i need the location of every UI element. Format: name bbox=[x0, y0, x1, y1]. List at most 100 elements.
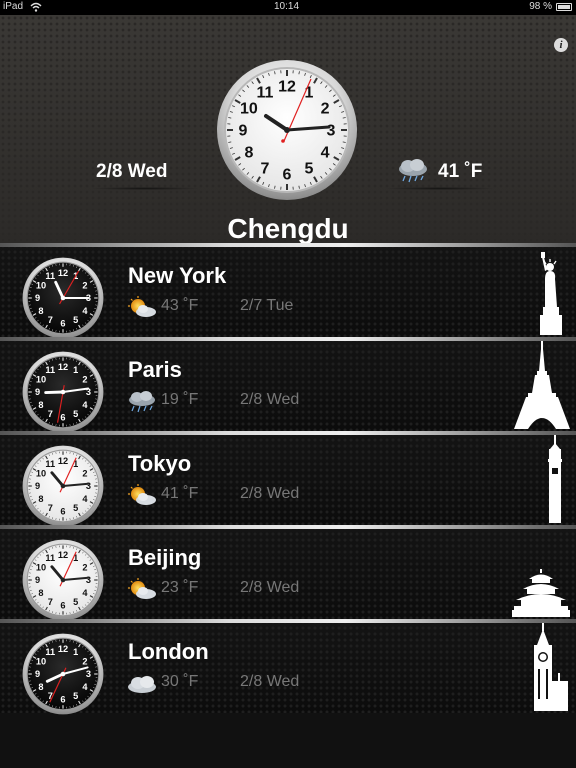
city-temperature: 19 ˚F bbox=[161, 391, 199, 408]
home-temperature: 41 ˚F bbox=[438, 161, 483, 182]
clock-numeral: 4 bbox=[82, 306, 88, 316]
city-date: 2/8 Wed bbox=[240, 391, 300, 408]
city-name: New York bbox=[128, 263, 227, 288]
clock-numeral: 2 bbox=[82, 374, 87, 384]
city-name: Paris bbox=[128, 357, 182, 382]
city-clock: 123456789101112 bbox=[22, 257, 104, 339]
clock-numeral: 4 bbox=[321, 145, 330, 162]
clock-numeral: 12 bbox=[58, 644, 68, 654]
clock-numeral: 3 bbox=[327, 123, 336, 140]
city-temperature: 30 ˚F bbox=[161, 673, 199, 690]
city-date: 2/8 Wed bbox=[240, 673, 300, 690]
city-row-paris[interactable]: 1 2 3 4 5 6 7 8 9 10 11 12 Paris 19 ˚F 2/8 Wed bbox=[0, 337, 576, 433]
battery-percent: 98 % bbox=[529, 1, 552, 12]
battery-icon bbox=[556, 3, 572, 11]
eiffel-tower-icon bbox=[514, 341, 570, 429]
clock-numeral: 1 bbox=[73, 365, 78, 375]
city-row-new-york[interactable]: 123456789101112 New York 43 ˚F 2/7 Tue bbox=[0, 243, 576, 339]
clock-numeral: 12 bbox=[58, 268, 68, 278]
rain-cloud-icon bbox=[129, 391, 155, 413]
city-clock: 123456789101112 bbox=[22, 351, 104, 433]
clock-numeral: 8 bbox=[38, 588, 43, 598]
clock-numeral: 2 bbox=[321, 101, 330, 118]
city-row-beijing[interactable]: 1 2 3 4 5 6 7 8 9 10 11 12 Beijing 23 ˚F 2/8 Wed bbox=[0, 525, 576, 621]
city-temperature: 43 ˚F bbox=[161, 297, 199, 314]
clock-numeral: 11 bbox=[45, 459, 55, 469]
city-name: Beijing bbox=[128, 545, 202, 570]
status-time: 10:14 bbox=[274, 1, 300, 12]
clock-numeral: 6 bbox=[60, 695, 65, 705]
clock-numeral: 7 bbox=[48, 315, 53, 325]
clock-numeral: 9 bbox=[35, 387, 40, 397]
city-name: London bbox=[128, 639, 209, 664]
clock-numeral: 3 bbox=[86, 481, 91, 491]
clock-numeral: 2 bbox=[82, 656, 87, 666]
clock-numeral: 12 bbox=[58, 550, 68, 560]
clock-numeral: 8 bbox=[38, 306, 43, 316]
clock-numeral: 7 bbox=[48, 409, 53, 419]
clock-numeral: 10 bbox=[36, 374, 46, 384]
home-clock: 1234567891011 12 bbox=[217, 60, 357, 200]
partly-sunny-icon bbox=[128, 296, 156, 317]
clock-numeral: 10 bbox=[36, 468, 46, 478]
city-name: Tokyo bbox=[128, 451, 192, 476]
clock-numeral: 5 bbox=[73, 315, 78, 325]
clock-numeral: 3 bbox=[86, 575, 91, 585]
clock-numeral: 12 bbox=[278, 79, 296, 96]
clock-numeral: 5 bbox=[73, 597, 78, 607]
clock-numeral: 6 bbox=[283, 167, 292, 184]
clock-numeral: 4 bbox=[82, 588, 88, 598]
status-bar: iPad 10:14 98 % bbox=[0, 0, 576, 15]
clock-numeral: 11 bbox=[45, 553, 55, 563]
clock-numeral: 4 bbox=[82, 400, 88, 410]
wifi-icon bbox=[30, 2, 42, 12]
clock-numeral: 11 bbox=[45, 647, 55, 657]
clock-numeral: 10 bbox=[240, 101, 258, 118]
city-date: 2/7 Tue bbox=[240, 297, 294, 314]
hour-hand bbox=[44, 390, 65, 395]
clock-numeral: 6 bbox=[60, 413, 65, 423]
rain-cloud-icon bbox=[399, 159, 427, 183]
clock-numeral: 8 bbox=[38, 682, 43, 692]
clock-numeral: 9 bbox=[35, 481, 40, 491]
clock-numeral: 1 bbox=[73, 459, 78, 469]
info-icon[interactable]: i bbox=[554, 38, 568, 52]
clock-numeral: 6 bbox=[60, 319, 65, 329]
clock-numeral: 5 bbox=[73, 503, 78, 513]
clock-numeral: 9 bbox=[35, 669, 40, 679]
clock-numeral: 11 bbox=[257, 84, 274, 101]
clock-numeral: 9 bbox=[239, 123, 248, 140]
clock-numeral: 5 bbox=[305, 161, 314, 178]
clock-numeral: 2 bbox=[82, 562, 87, 572]
clock-numeral: 10 bbox=[36, 656, 46, 666]
clock-numeral: 7 bbox=[48, 503, 53, 513]
city-date: 2/8 Wed bbox=[240, 579, 300, 596]
clock-numeral: 7 bbox=[261, 161, 270, 178]
city-temperature: 23 ˚F bbox=[161, 579, 199, 596]
city-date: 2/8 Wed bbox=[240, 485, 300, 502]
partly-sunny-icon bbox=[128, 484, 156, 505]
city-clock: 123456789101112 bbox=[22, 633, 104, 715]
clock-numeral: 8 bbox=[38, 400, 43, 410]
clock-numeral: 11 bbox=[45, 365, 55, 375]
clock-numeral: 8 bbox=[244, 145, 253, 162]
partly-sunny-icon bbox=[128, 578, 156, 599]
clock-numeral: 2 bbox=[82, 280, 87, 290]
clock-numeral: 8 bbox=[38, 494, 43, 504]
city-temperature: 41 ˚F bbox=[161, 485, 199, 502]
city-clock: 123456789101112 bbox=[22, 445, 104, 527]
clock-numeral: 5 bbox=[73, 691, 78, 701]
statue-of-liberty-icon bbox=[540, 252, 562, 335]
clock-numeral: 1 bbox=[73, 647, 78, 657]
clock-numeral: 6 bbox=[60, 507, 65, 517]
city-row-tokyo[interactable]: 1 2 3 4 5 6 7 8 9 10 11 12 Tokyo 41 ˚F 2/8 Wed bbox=[0, 431, 576, 527]
clock-numeral: 10 bbox=[36, 280, 46, 290]
clock-numeral: 3 bbox=[86, 669, 91, 679]
clock-numeral: 12 bbox=[58, 456, 68, 466]
big-ben-icon bbox=[534, 623, 568, 711]
carrier-label: iPad bbox=[3, 1, 24, 12]
city-row-london[interactable]: 1 2 3 4 5 6 7 8 9 10 11 12 London 30 ˚F 2/8 Wed bbox=[0, 619, 576, 715]
clock-numeral: 2 bbox=[82, 468, 87, 478]
clock-numeral: 6 bbox=[60, 601, 65, 611]
clock-numeral: 9 bbox=[35, 293, 40, 303]
